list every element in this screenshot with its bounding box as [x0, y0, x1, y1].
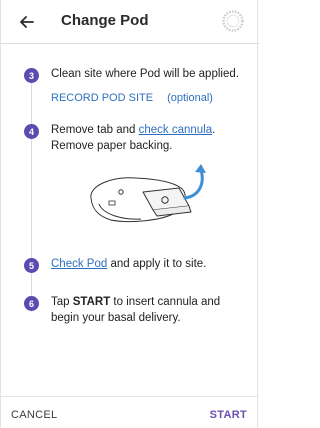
record-pod-site-row: RECORD POD SITE (optional) [51, 92, 213, 104]
step-text-part: Remove tab and [51, 124, 139, 136]
arrow-left-icon [20, 16, 34, 28]
page-title: Change Pod [61, 12, 149, 29]
step-number-badge: 5 [24, 258, 39, 273]
step-text-part: Tap [51, 296, 73, 308]
step-timeline-line [31, 76, 32, 312]
check-cannula-link[interactable]: check cannula [139, 124, 213, 136]
optional-label: (optional) [167, 92, 213, 104]
start-button[interactable]: START [210, 409, 247, 421]
app-header: Change Pod [1, 0, 259, 44]
step-text: Clean site where Pod will be applied. [51, 68, 239, 80]
record-pod-site-button[interactable]: RECORD POD SITE [51, 92, 153, 104]
pod-status-ring-icon [222, 10, 244, 32]
step-text-part: and apply it to site. [107, 258, 207, 270]
app-screen: Change Pod 3 Clean site where Pod will b… [0, 0, 259, 428]
step-number-badge: 4 [24, 124, 39, 139]
step-number-badge: 6 [24, 296, 39, 311]
footer-bar: CANCEL START [1, 396, 259, 428]
back-button[interactable] [15, 10, 39, 34]
start-keyword: START [72, 296, 111, 308]
step-text: Remove tab and check cannula. Remove pap… [51, 122, 247, 154]
step-number-badge: 3 [24, 68, 39, 83]
check-pod-link[interactable]: Check Pod [51, 258, 107, 270]
cancel-button[interactable]: CANCEL [11, 409, 57, 421]
step-text: Tap START to insert cannula and begin yo… [51, 294, 247, 326]
step-text: Check Pod and apply it to site. [51, 256, 247, 272]
pod-removal-illustration [90, 164, 206, 223]
